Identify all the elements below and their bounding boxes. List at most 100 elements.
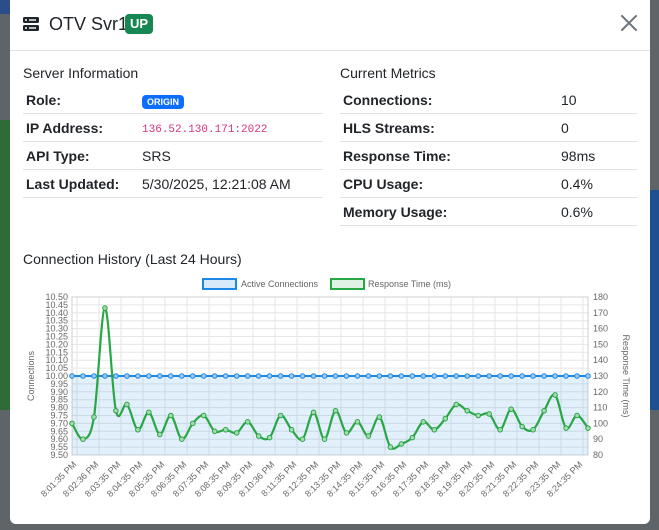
connections-point	[530, 373, 536, 379]
connections-point	[508, 373, 514, 379]
memory-usage-value: 0.6%	[558, 197, 637, 226]
modal-title: OTV Svr1	[49, 14, 129, 34]
cpu-usage-label: CPU Usage:	[340, 169, 558, 198]
connections-point	[113, 373, 119, 379]
response-time-point	[113, 407, 119, 414]
response-time-label: Response Time:	[340, 141, 558, 170]
connections-point	[497, 373, 503, 379]
legend-label-connections: Active Connections	[241, 279, 319, 289]
connections-point	[277, 373, 284, 379]
y-right-tick-label: 100	[593, 418, 608, 428]
connections-label: Connections:	[340, 86, 558, 114]
response-time-point	[541, 407, 547, 414]
response-time-point	[420, 419, 427, 425]
table-row: CPU Usage: 0.4%	[340, 169, 637, 198]
table-row: IP Address: 136.52.130.171:2022	[23, 113, 323, 142]
response-time-point	[442, 415, 449, 422]
response-time-point	[277, 412, 284, 419]
response-time-point	[135, 426, 141, 433]
server-info-table: Role: ORIGIN IP Address: 136.52.130.171:20…	[23, 86, 323, 198]
response-time-point	[91, 414, 97, 420]
response-time-point	[310, 409, 317, 416]
connections-point	[157, 373, 163, 379]
legend-label-response-time: Response Time (ms)	[368, 279, 451, 289]
y-right-tick-label: 160	[593, 324, 608, 334]
connections-point	[211, 373, 218, 379]
response-time-point	[453, 401, 460, 408]
connections-point	[453, 373, 460, 379]
connections-point	[102, 373, 108, 379]
connections-area	[72, 376, 588, 455]
response-time-point	[244, 419, 251, 425]
table-row: Role: ORIGIN	[23, 86, 323, 114]
connections-point	[475, 373, 482, 379]
connections-point	[321, 373, 328, 379]
response-time-point	[464, 407, 471, 414]
connections-point	[552, 373, 558, 379]
response-time-point	[409, 434, 416, 441]
connections-point	[146, 373, 152, 379]
response-time-point	[376, 414, 383, 420]
connections-point	[69, 373, 75, 379]
role-badge: ORIGIN	[142, 94, 185, 109]
connections-point	[398, 373, 405, 379]
table-row: HLS Streams: 0	[340, 113, 637, 142]
y-right-tick-label: 130	[593, 371, 608, 381]
ip-address: 136.52.130.171:2022	[142, 124, 268, 136]
y-right-tick-label: 180	[593, 292, 608, 302]
connections-point	[124, 373, 130, 379]
connections-point	[266, 373, 273, 379]
response-time-point	[288, 426, 295, 433]
table-row: API Type: SRS	[23, 141, 323, 170]
api-type-label: API Type:	[23, 141, 139, 170]
table-row: Memory Usage: 0.6%	[340, 197, 637, 226]
connections-point	[585, 373, 591, 379]
close-icon[interactable]	[620, 14, 638, 32]
connections-point	[200, 373, 207, 379]
connections-point	[310, 373, 317, 379]
connections-point	[91, 373, 97, 379]
connections-point	[365, 373, 372, 379]
connections-point	[376, 373, 383, 379]
connections-point	[387, 373, 394, 379]
response-time-point	[431, 426, 438, 433]
role-label: Role:	[23, 86, 139, 114]
connections-point	[233, 373, 240, 379]
y-left-tick-label: 10.50	[45, 292, 68, 302]
connections-point	[442, 373, 449, 379]
table-row: Connections: 10	[340, 86, 637, 114]
response-time-point	[299, 436, 306, 442]
connections-point	[563, 373, 569, 379]
response-time-point	[69, 420, 75, 427]
response-time-point	[222, 426, 229, 433]
response-time-point	[585, 425, 591, 431]
connections-point	[222, 373, 229, 379]
role-value: ORIGIN	[139, 86, 323, 114]
last-updated-value: 5/30/2025, 12:21:08 AM	[139, 169, 323, 198]
history-heading: Connection History (Last 24 Hours)	[23, 251, 242, 267]
ip-value: 136.52.130.171:2022	[139, 113, 323, 142]
connections-point	[80, 373, 86, 379]
y-left-axis-label: Connections	[26, 350, 36, 401]
connections-point	[541, 373, 547, 379]
status-badge: UP	[125, 14, 154, 34]
connections-point	[431, 373, 438, 379]
response-time-value: 98ms	[558, 141, 637, 170]
server-details-modal: OTV Svr1 UP Server Information Role: ORIG…	[10, 0, 650, 524]
response-time-point	[80, 436, 86, 442]
response-time-point	[343, 430, 350, 436]
server-icon	[23, 17, 39, 31]
response-time-point	[189, 420, 196, 427]
connections-point	[288, 373, 295, 379]
connections-point	[189, 373, 196, 379]
server-info-heading: Server Information	[23, 65, 139, 81]
response-time-point	[266, 434, 273, 441]
table-row: Response Time: 98ms	[340, 141, 637, 170]
connection-history-chart[interactable]: 9.509.559.609.659.709.759.809.859.909.95…	[10, 270, 650, 524]
connections-point	[135, 373, 141, 379]
response-time-point	[530, 426, 536, 433]
response-time-point	[321, 436, 328, 442]
api-type-value: SRS	[139, 141, 323, 170]
response-time-point	[398, 441, 405, 447]
connections-point	[178, 373, 185, 379]
